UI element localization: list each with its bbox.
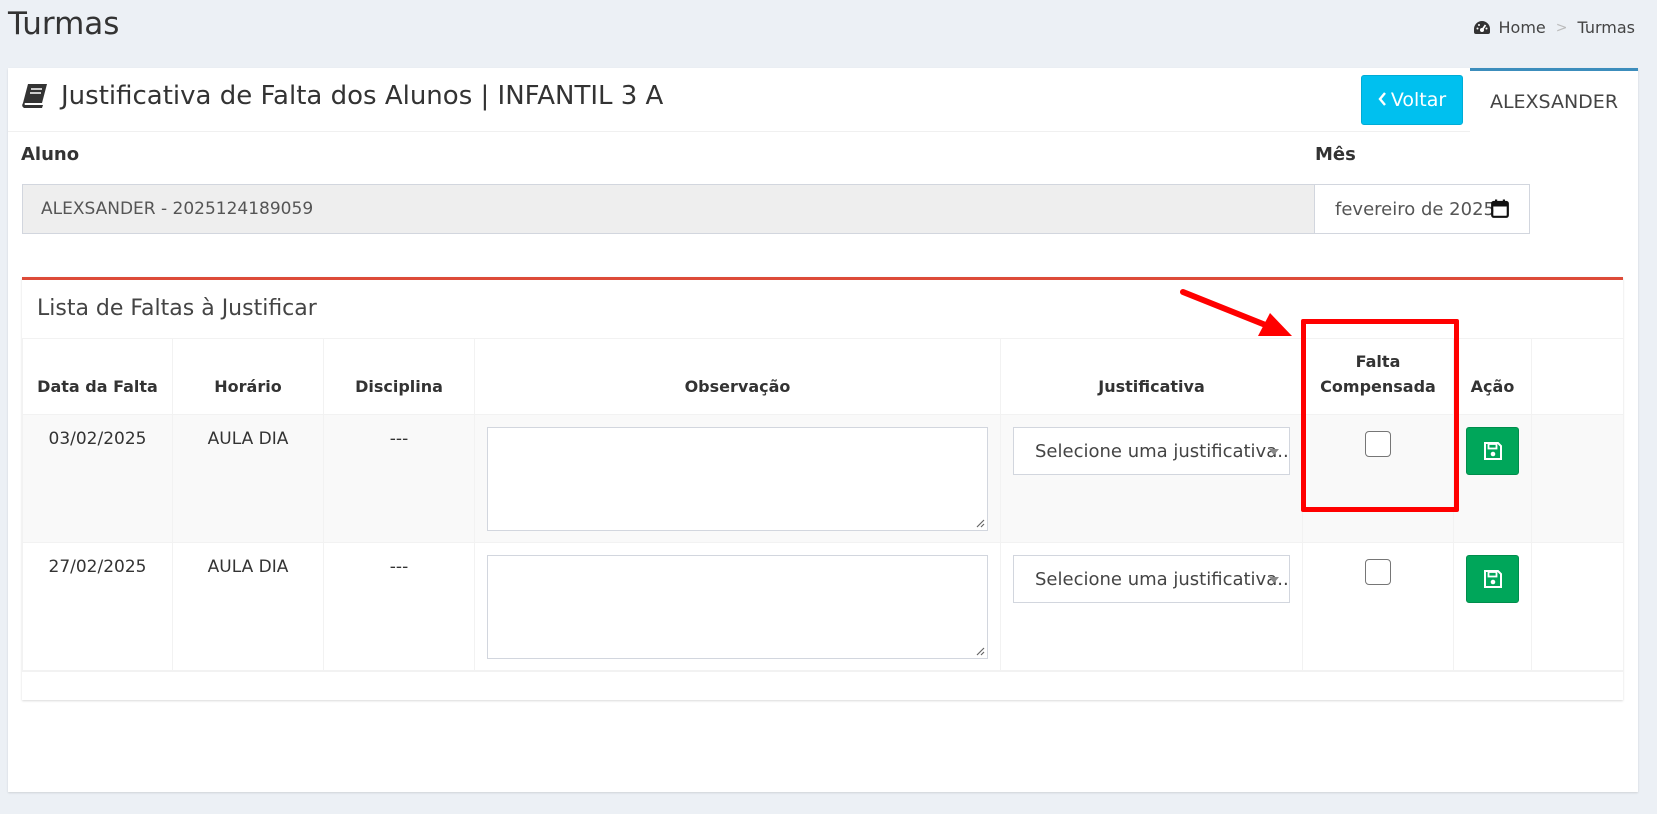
page-header: Turmas Home > Turmas: [0, 0, 1657, 58]
floppy-disk-icon: [1483, 570, 1502, 588]
col-header-disciplina: Disciplina: [323, 338, 475, 415]
col-header-acao: Ação: [1453, 338, 1532, 415]
user-tab[interactable]: ALEXSANDER: [1470, 68, 1638, 132]
dashboard-icon: [1473, 20, 1491, 36]
faltas-box-title: Lista de Faltas à Justificar: [37, 296, 317, 321]
cell-data: 27/02/2025: [22, 542, 173, 671]
table-row: 03/02/2025 AULA DIA --- Selecione uma ju…: [22, 414, 1624, 543]
cell-compensada: [1302, 542, 1454, 671]
card-header: Justificativa de Falta dos Alunos | INFA…: [8, 68, 1638, 132]
falta-compensada-checkbox[interactable]: [1365, 431, 1391, 457]
save-button[interactable]: [1466, 555, 1519, 603]
justificativa-select[interactable]: Selecione uma justificativa...: [1013, 555, 1290, 603]
resize-grip-icon[interactable]: [975, 646, 985, 656]
cell-compensada: [1302, 414, 1454, 543]
floppy-disk-icon: [1483, 442, 1502, 460]
cell-disciplina: ---: [323, 414, 475, 543]
col-header-falta-compensada-line1: Falta: [1355, 352, 1401, 371]
faltas-table: Data da Falta Horário Disciplina Observa…: [22, 338, 1624, 671]
cell-horario: AULA DIA: [172, 414, 324, 543]
faltas-box: Lista de Faltas à Justificar Data da Fal…: [22, 277, 1624, 701]
back-button-label: Voltar: [1390, 89, 1447, 111]
aluno-label: Aluno: [21, 144, 80, 165]
justificativa-card: Justificativa de Falta dos Alunos | INFA…: [8, 68, 1638, 792]
mes-month-input[interactable]: fevereiro de 2025: [1314, 184, 1530, 234]
caret-down-icon: [1269, 449, 1279, 455]
calendar-icon[interactable]: [1491, 199, 1509, 223]
card-title: Justificativa de Falta dos Alunos | INFA…: [21, 81, 663, 111]
table-footer: [22, 671, 1623, 701]
cell-justificativa: Selecione uma justificativa...: [1000, 414, 1303, 543]
cell-horario: AULA DIA: [172, 542, 324, 671]
table-row: 27/02/2025 AULA DIA --- Selecione uma ju…: [22, 542, 1624, 671]
cell-disciplina: ---: [323, 542, 475, 671]
save-button[interactable]: [1466, 427, 1519, 475]
back-button[interactable]: Voltar: [1361, 75, 1463, 125]
col-header-falta-compensada: Falta Compensada: [1302, 338, 1454, 415]
col-header-falta-compensada-line2: Compensada: [1320, 377, 1436, 396]
aluno-value: ALEXSANDER - 2025124189059: [41, 199, 314, 219]
breadcrumb-home[interactable]: Home: [1499, 18, 1546, 37]
aluno-field[interactable]: ALEXSANDER - 2025124189059: [22, 184, 1349, 234]
cell-observacao: [474, 414, 1001, 543]
breadcrumb: Home > Turmas: [1473, 18, 1635, 37]
justificativa-select-value: Selecione uma justificativa...: [1035, 440, 1290, 462]
chevron-left-icon: [1378, 89, 1387, 111]
card-title-text: Justificativa de Falta dos Alunos | INFA…: [61, 81, 664, 111]
caret-down-icon: [1269, 577, 1279, 583]
justificativa-select-value: Selecione uma justificativa...: [1035, 568, 1290, 590]
justificativa-select[interactable]: Selecione uma justificativa...: [1013, 427, 1290, 475]
col-header-observacao: Observação: [474, 338, 1001, 415]
cell-acao: [1453, 414, 1532, 543]
page-title: Turmas: [8, 6, 120, 42]
resize-grip-icon[interactable]: [975, 518, 985, 528]
observacao-textarea[interactable]: [487, 555, 988, 659]
observacao-textarea[interactable]: [487, 427, 988, 531]
breadcrumb-separator: >: [1555, 19, 1568, 36]
mes-value: fevereiro de 2025: [1335, 198, 1495, 220]
book-icon: [21, 83, 48, 109]
mes-label: Mês: [1315, 144, 1356, 165]
cell-data: 03/02/2025: [22, 414, 173, 543]
cell-observacao: [474, 542, 1001, 671]
cell-empty: [1531, 542, 1624, 671]
col-header-justificativa: Justificativa: [1000, 338, 1303, 415]
cell-empty: [1531, 414, 1624, 543]
table-header-row: Data da Falta Horário Disciplina Observa…: [22, 338, 1624, 415]
col-header-empty: [1531, 338, 1624, 415]
col-header-data: Data da Falta: [22, 338, 173, 415]
col-header-horario: Horário: [172, 338, 324, 415]
breadcrumb-current: Turmas: [1577, 18, 1635, 37]
falta-compensada-checkbox[interactable]: [1365, 559, 1391, 585]
cell-acao: [1453, 542, 1532, 671]
cell-justificativa: Selecione uma justificativa...: [1000, 542, 1303, 671]
